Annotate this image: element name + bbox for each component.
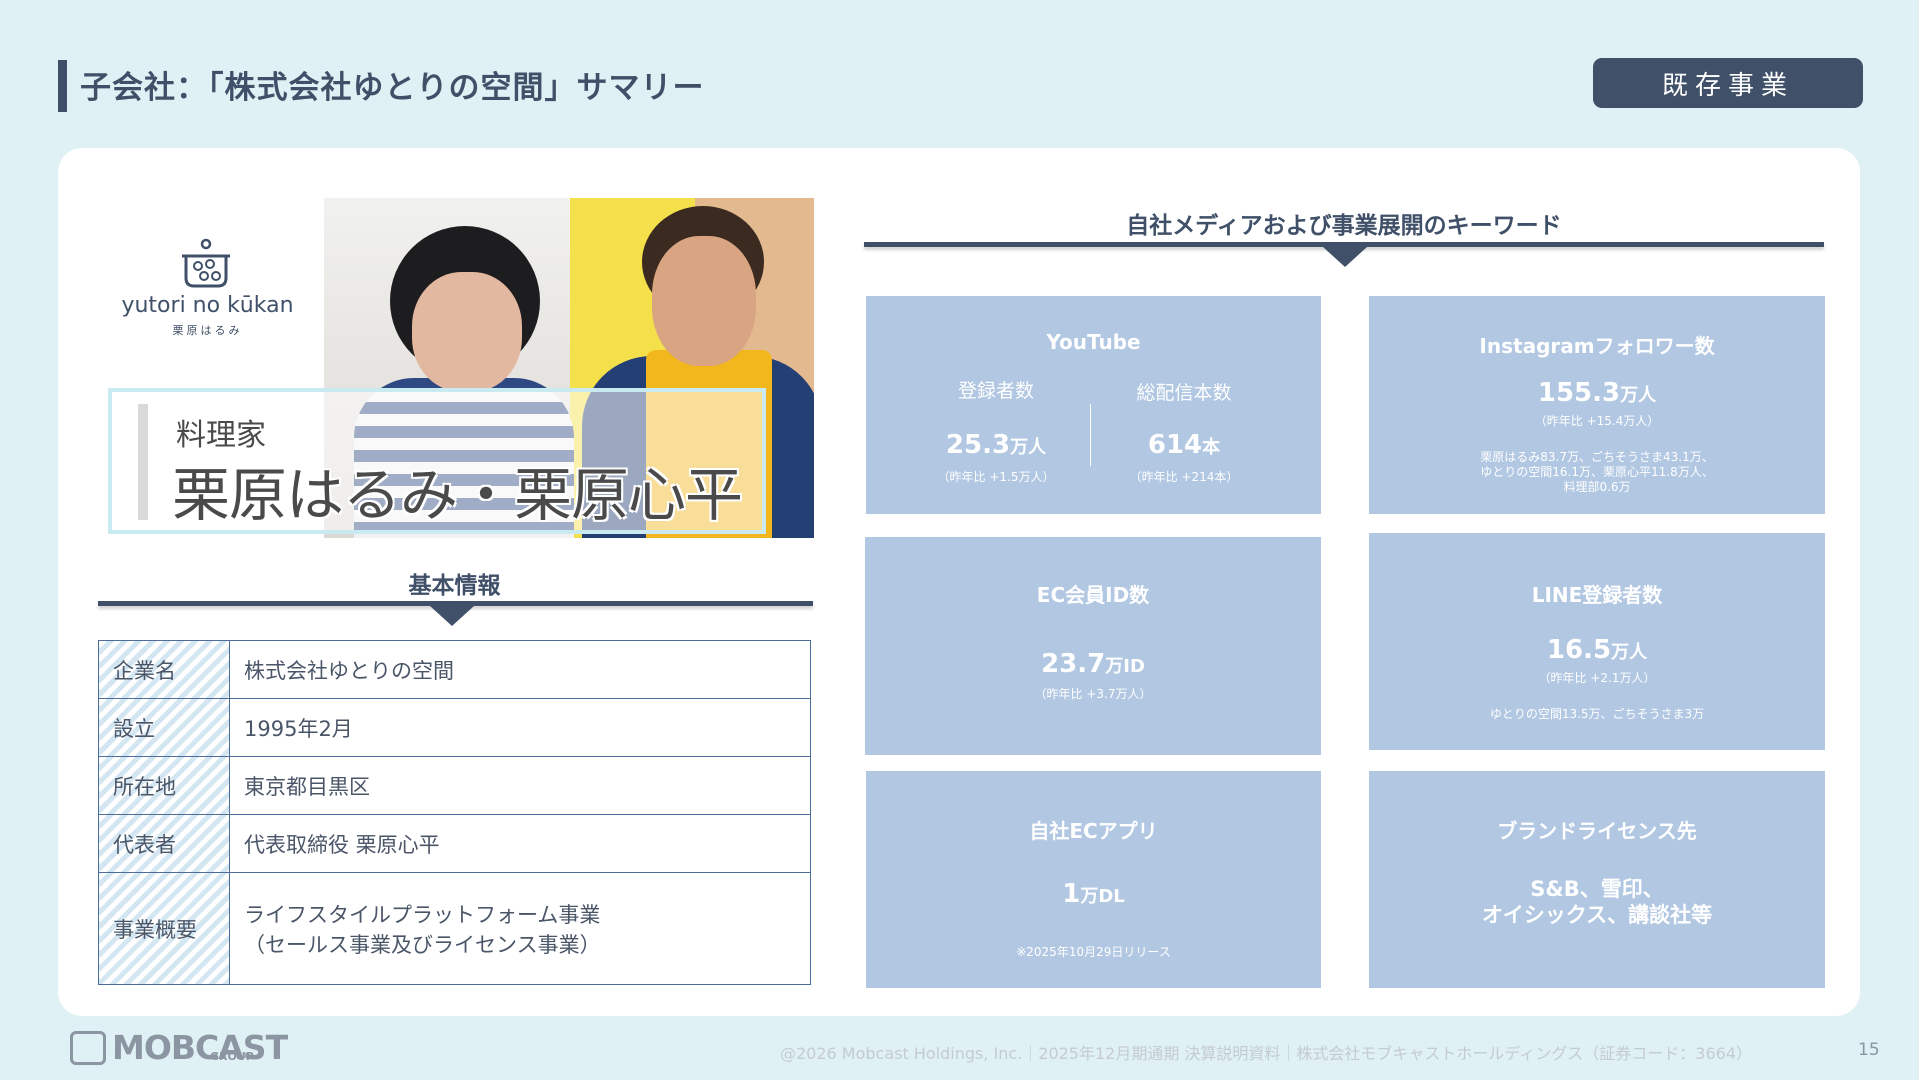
youtube-videos-label: 総配信本数 [1136, 382, 1232, 404]
ec-member-title: EC会員ID数 [1036, 583, 1150, 607]
info-value: 東京都目黒区 [229, 756, 811, 815]
ec-app-box: 自社ECアプリ 1万DL ※2025年10月29日リリース [866, 771, 1321, 988]
keywords-title: 自社メディアおよび事業展開のキーワード [1126, 213, 1562, 239]
info-value-line: （セールス事業及びライセンス事業） [244, 932, 601, 957]
line-value: 16.5万人 [1546, 635, 1648, 665]
table-row: 所在地 東京都目黒区 [98, 756, 811, 815]
name-main: 栗原はるみ・栗原心平 [172, 461, 743, 529]
basic-info-table: 企業名 株式会社ゆとりの空間 設立 1995年2月 所在地 東京都目黒区 代表者… [98, 640, 811, 985]
ec-app-value: 1万DL [1062, 879, 1125, 909]
basic-info-pointer [430, 606, 474, 626]
info-key: 企業名 [98, 640, 230, 699]
instagram-title: Instagramフォロワー数 [1479, 334, 1715, 358]
name-caption-bar [138, 404, 148, 520]
page-title: 子会社：「株式会社ゆとりの空間」サマリー [80, 70, 705, 106]
title-accent-bar [58, 60, 67, 112]
info-key: 代表者 [98, 814, 230, 873]
info-value-line: ライフスタイルプラットフォーム事業 [244, 902, 601, 927]
youtube-videos-value: 614本 [1147, 430, 1221, 460]
brand-license-line2: オイシックス、講談社等 [1481, 903, 1713, 927]
info-key: 所在地 [98, 756, 230, 815]
basic-info-title: 基本情報 [408, 573, 501, 599]
table-row: 代表者 代表取締役 栗原心平 [98, 814, 811, 873]
mobcast-mark-icon [70, 1030, 106, 1065]
table-row: 事業概要 ライフスタイルプラットフォーム事業 （セールス事業及びライセンス事業） [98, 872, 811, 985]
brand-license-box: ブランドライセンス先 S&B、雪印、 オイシックス、講談社等 [1369, 771, 1825, 988]
instagram-box: Instagramフォロワー数 155.3万人 （昨年比 +15.4万人） 栗原… [1369, 296, 1825, 514]
pot-logo-icon [182, 238, 230, 288]
section-tag: 既存事業 [1593, 58, 1863, 108]
page-number: 15 [1858, 1040, 1880, 1060]
youtube-subs-value: 25.3万人 [945, 430, 1047, 460]
brand-license-title: ブランドライセンス先 [1497, 819, 1697, 843]
ec-member-value: 23.7万ID [1041, 649, 1145, 679]
line-note: （昨年比 +2.1万人） [1538, 671, 1656, 685]
youtube-subs-label: 登録者数 [957, 380, 1034, 402]
instagram-note: （昨年比 +15.4万人） [1534, 414, 1660, 428]
mobcast-wordmark: MOBCAST [112, 1028, 288, 1067]
info-key: 設立 [98, 698, 230, 757]
youtube-divider [1090, 404, 1091, 466]
ec-app-note: ※2025年10月29日リリース [1016, 945, 1171, 959]
youtube-box: YouTube 登録者数 総配信本数 25.3万人 （昨年比 +1.5万人） 6… [866, 296, 1321, 514]
mobcast-group-label: GROUP [210, 1050, 254, 1063]
info-value: 代表取締役 栗原心平 [229, 814, 811, 873]
table-row: 企業名 株式会社ゆとりの空間 [98, 640, 811, 699]
youtube-subs-note: （昨年比 +1.5万人） [937, 470, 1055, 484]
info-value: ライフスタイルプラットフォーム事業 （セールス事業及びライセンス事業） [229, 872, 811, 985]
info-value: 1995年2月 [229, 698, 811, 757]
mobcast-logo: MOBCAST [70, 1028, 288, 1067]
youtube-title: YouTube [1046, 330, 1141, 354]
info-key: 事業概要 [98, 872, 230, 985]
ec-member-note: （昨年比 +3.7万人） [1034, 687, 1152, 701]
line-title: LINE登録者数 [1531, 583, 1663, 607]
youtube-videos-note: （昨年比 +214本） [1129, 470, 1239, 484]
table-row: 設立 1995年2月 [98, 698, 811, 757]
line-box: LINE登録者数 16.5万人 （昨年比 +2.1万人） ゆとりの空間13.5万… [1369, 533, 1825, 750]
info-value: 株式会社ゆとりの空間 [229, 640, 811, 699]
ec-member-box: EC会員ID数 23.7万ID （昨年比 +3.7万人） [865, 537, 1321, 755]
instagram-detail: 栗原はるみ83.7万、ごちそうさま43.1万、 ゆとりの空間16.1万、栗原心平… [1480, 450, 1714, 494]
logo-subtitle: 栗原はるみ [172, 324, 243, 337]
ec-app-title: 自社ECアプリ [1029, 819, 1158, 843]
logo-wordmark: yutori no kūkan [121, 293, 294, 318]
keywords-pointer [1323, 247, 1367, 267]
line-detail: ゆとりの空間13.5万、ごちそうさま3万 [1489, 707, 1705, 721]
instagram-value: 155.3万人 [1537, 378, 1657, 408]
copyright-text: @2026 Mobcast Holdings, Inc.｜2025年12月期通期… [780, 1044, 1753, 1063]
